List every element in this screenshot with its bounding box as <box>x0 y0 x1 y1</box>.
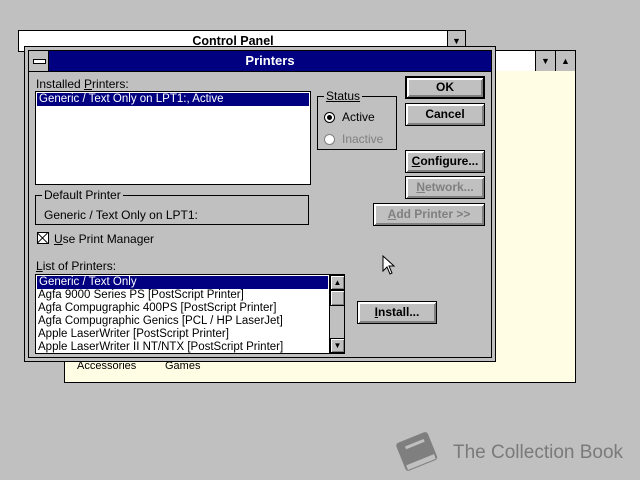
use-print-manager-label[interactable]: Use Print Manager <box>54 232 154 246</box>
inactive-radio[interactable] <box>324 134 335 145</box>
printer-list-item[interactable]: Apple LaserWriter [PostScript Printer] <box>36 328 344 341</box>
printers-list[interactable]: Generic / Text Only Agfa 9000 Series PS … <box>35 274 345 354</box>
status-group-title: Status <box>324 89 363 103</box>
printer-list-item[interactable]: Apple LaserWriter II NT/NTX [PostScript … <box>36 341 344 354</box>
mouse-cursor-icon <box>382 255 396 275</box>
default-printer-value: Generic / Text Only on LPT1: <box>44 208 198 222</box>
default-printer-title: Default Printer <box>42 188 123 202</box>
printers-dialog: Printers Installed Printers: Generic / T… <box>24 46 496 362</box>
minimize-button[interactable]: ▼ <box>535 51 555 71</box>
default-printer-group: Default Printer Generic / Text Only on L… <box>35 188 309 225</box>
list-of-printers-label: List of Printers: <box>36 259 117 273</box>
printer-list-item[interactable]: Generic / Text Only <box>37 276 328 289</box>
installed-printers-list[interactable]: Generic / Text Only on LPT1:, Active <box>35 91 311 185</box>
printer-list-item[interactable]: Agfa 9000 Series PS [PostScript Printer] <box>36 289 344 302</box>
use-print-manager-checkbox[interactable] <box>37 232 49 244</box>
maximize-button[interactable]: ▲ <box>555 51 575 71</box>
scroll-thumb[interactable] <box>330 290 345 306</box>
system-menu-icon[interactable] <box>29 51 49 71</box>
cancel-button[interactable]: Cancel <box>405 103 485 126</box>
network-button[interactable]: Network... <box>405 176 485 199</box>
dialog-title: Printers <box>245 53 295 68</box>
active-radio[interactable] <box>324 112 335 123</box>
configure-button[interactable]: Configure... <box>405 150 485 173</box>
watermark: The Collection Book <box>390 430 630 474</box>
scroll-up-icon[interactable]: ▲ <box>330 275 345 290</box>
printer-list-item[interactable]: Agfa Compugraphic 400PS [PostScript Prin… <box>36 302 344 315</box>
ok-button[interactable]: OK <box>405 76 485 99</box>
book-icon <box>396 432 438 471</box>
watermark-text: The Collection Book <box>453 442 624 463</box>
active-radio-label: Active <box>342 110 375 124</box>
scroll-down-icon[interactable]: ▼ <box>330 338 345 353</box>
add-printer-button[interactable]: Add Printer >> <box>373 203 485 226</box>
printers-list-scrollbar[interactable]: ▲ ▼ <box>329 275 345 353</box>
status-group: Status Active Inactive <box>317 89 397 150</box>
install-button[interactable]: Install... <box>357 301 437 324</box>
inactive-radio-label: Inactive <box>342 132 384 146</box>
installed-printers-label: Installed Printers: <box>36 77 129 91</box>
dialog-titlebar[interactable]: Printers <box>29 51 491 72</box>
printer-list-item[interactable]: Agfa Compugraphic Genics [PCL / HP Laser… <box>36 315 344 328</box>
installed-printer-item[interactable]: Generic / Text Only on LPT1:, Active <box>37 93 309 106</box>
